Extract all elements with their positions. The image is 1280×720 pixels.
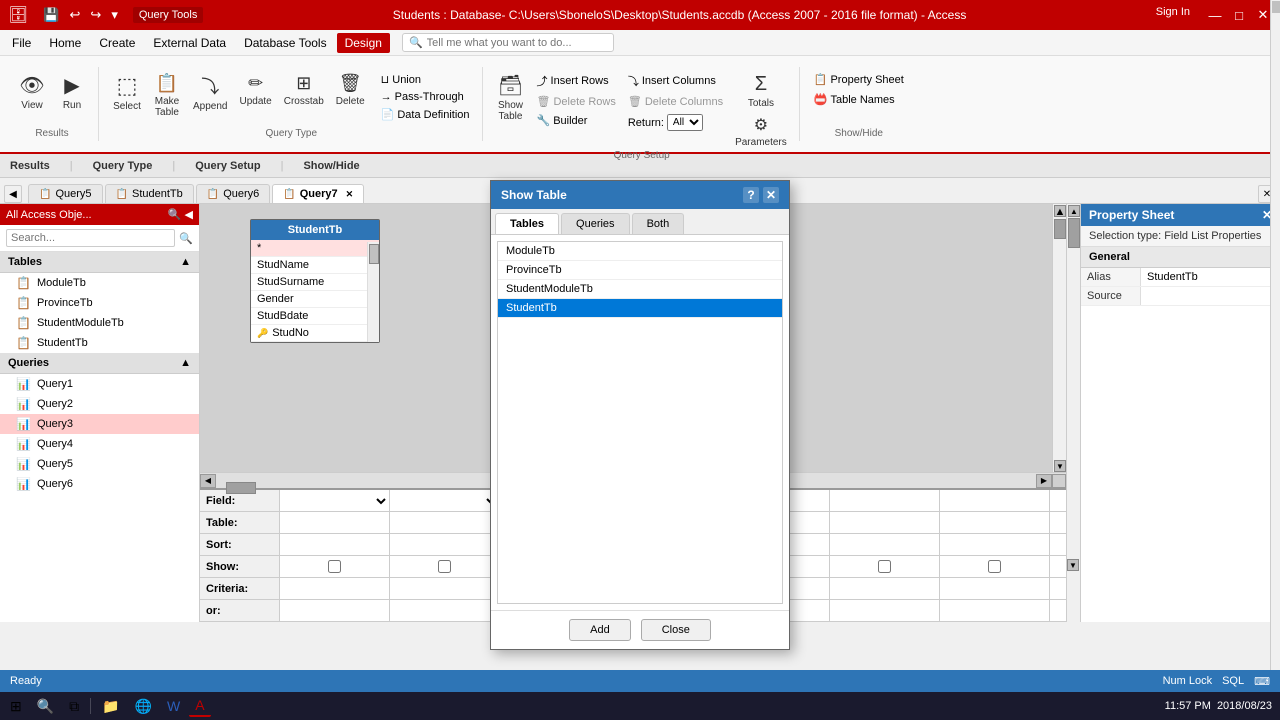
show-table-dialog: Show Table ? ✕ Tables Queries Both Modul… <box>490 180 790 650</box>
dialog-btns: ? ✕ <box>743 187 779 203</box>
dialog-tab-tables[interactable]: Tables <box>495 213 559 234</box>
dialog-item-studenttb[interactable]: StudentTb <box>498 299 782 318</box>
show-table-overlay: Show Table ? ✕ Tables Queries Both Modul… <box>0 0 1280 720</box>
dialog-close-bottom-btn[interactable]: Close <box>641 619 711 641</box>
dialog-tabs: Tables Queries Both <box>491 209 789 235</box>
dialog-table-list: ModuleTb ProvinceTb StudentModuleTb Stud… <box>497 241 783 604</box>
dialog-title: Show Table ? ✕ <box>491 181 789 209</box>
dialog-item-studentmoduletb[interactable]: StudentModuleTb <box>498 280 782 299</box>
dialog-item-provincetb[interactable]: ProvinceTb <box>498 261 782 280</box>
dialog-tab-both[interactable]: Both <box>632 213 685 234</box>
dialog-question-btn[interactable]: ? <box>743 187 759 203</box>
dialog-add-btn[interactable]: Add <box>569 619 631 641</box>
dialog-close-btn[interactable]: ✕ <box>763 187 779 203</box>
dialog-title-text: Show Table <box>501 188 567 202</box>
dialog-buttons: Add Close <box>491 610 789 649</box>
dialog-tab-queries[interactable]: Queries <box>561 213 630 234</box>
dialog-item-moduletb[interactable]: ModuleTb <box>498 242 782 261</box>
